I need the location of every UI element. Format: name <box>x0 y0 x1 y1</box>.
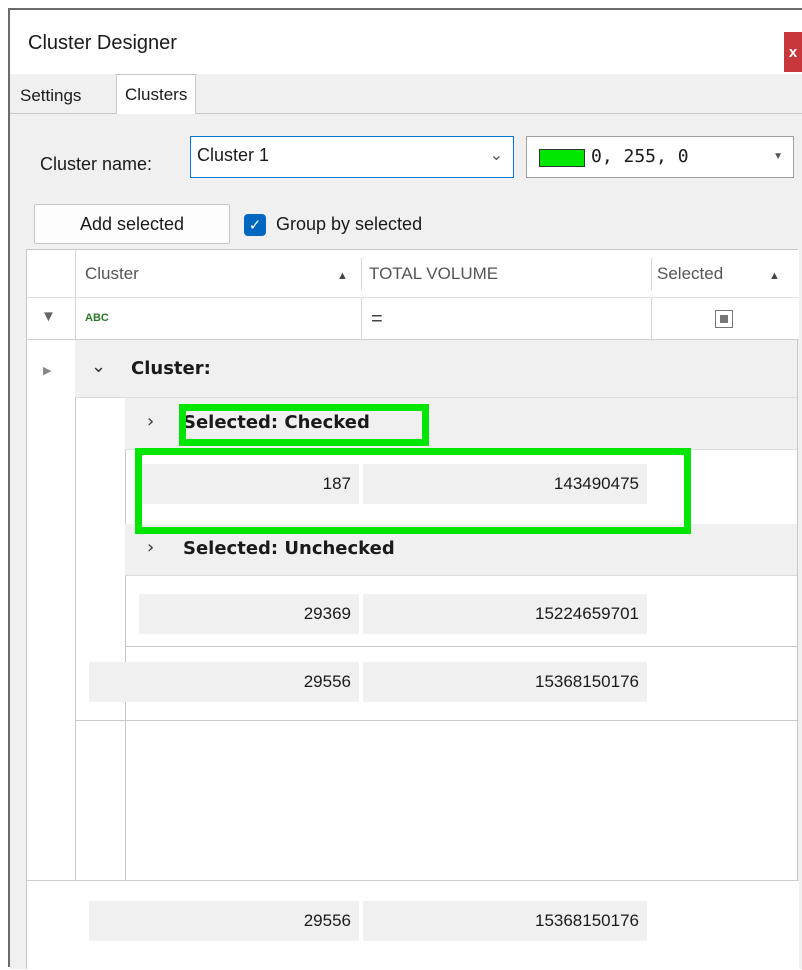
column-divider <box>75 250 76 298</box>
group-label-cluster: Cluster: <box>131 358 211 379</box>
tab-clusters[interactable]: Clusters <box>116 74 197 115</box>
cluster-name-label: Cluster name: <box>40 154 153 174</box>
cell-cluster-volume[interactable]: 15368150176 <box>363 662 647 702</box>
color-value: 0, 255, 0 <box>591 146 689 167</box>
window-title: Cluster Designer <box>28 32 177 54</box>
cluster-name-combo[interactable]: Cluster 1 ⌄ <box>190 136 514 178</box>
tab-strip: Settings Clusters <box>10 74 802 115</box>
grid-header-row: Cluster ▲ TOTAL VOLUME Selected ▲ <box>27 250 799 298</box>
dropdown-arrow-icon[interactable]: ▼ <box>773 151 783 162</box>
text-filter-icon[interactable]: ABC <box>85 312 109 324</box>
column-divider <box>361 298 362 340</box>
sort-ascending-icon[interactable]: ▲ <box>769 270 780 282</box>
grid-footer-row: 29556 15368150176 <box>27 880 799 970</box>
cell-unchecked-count[interactable]: 29369 <box>139 594 359 634</box>
column-divider[interactable] <box>361 258 362 290</box>
group-label-selected-unchecked: Selected: Unchecked <box>183 538 395 559</box>
column-divider <box>651 298 652 340</box>
group-bottom-divider <box>75 720 797 721</box>
color-swatch <box>539 149 585 167</box>
cell-cluster-count[interactable]: 29556 <box>89 662 359 702</box>
chevron-down-icon[interactable]: ⌄ <box>490 145 503 165</box>
column-divider <box>75 298 76 340</box>
row-indicator-column: ▶ <box>27 340 75 880</box>
group-by-selected-checkbox[interactable]: ✓ <box>244 214 266 236</box>
column-header-total-volume[interactable]: TOTAL VOLUME <box>369 264 498 284</box>
indeterminate-square-icon <box>720 315 728 323</box>
add-selected-button[interactable]: Add selected <box>34 204 230 244</box>
close-button[interactable]: x <box>784 32 802 72</box>
column-divider[interactable] <box>651 258 652 290</box>
group-by-selected-label[interactable]: Group by selected <box>276 214 422 235</box>
tab-settings[interactable]: Settings <box>12 78 89 114</box>
title-bar: Cluster Designer x <box>10 10 802 74</box>
highlight-box <box>179 404 429 446</box>
cell-unchecked-volume[interactable]: 15224659701 <box>363 594 647 634</box>
group-row-cluster[interactable]: ⌄ Cluster: <box>75 340 797 398</box>
column-header-selected[interactable]: Selected <box>657 264 723 284</box>
highlight-box <box>135 448 691 534</box>
footer-volume: 15368150176 <box>363 901 647 941</box>
checkmark-icon: ✓ <box>248 217 262 234</box>
color-picker-combo[interactable]: 0, 255, 0 ▼ <box>526 136 794 178</box>
chevron-right-icon[interactable]: › <box>147 537 154 558</box>
group-indent-line <box>75 398 76 880</box>
cluster-name-value: Cluster 1 <box>197 145 270 165</box>
filter-icon[interactable]: ▼ <box>41 308 56 325</box>
grid-filter-row: ▼ ABC = <box>27 298 799 340</box>
chevron-down-icon[interactable]: ⌄ <box>91 356 106 377</box>
sort-ascending-icon[interactable]: ▲ <box>337 270 348 282</box>
footer-count: 29556 <box>89 901 359 941</box>
clusters-panel: Cluster name: Cluster 1 ⌄ 0, 255, 0 ▼ Ad… <box>10 114 802 970</box>
cluster-grid: Cluster ▲ TOTAL VOLUME Selected ▲ ▼ ABC … <box>26 249 799 970</box>
cluster-designer-window: Cluster Designer x Settings Clusters Clu… <box>8 8 802 970</box>
chevron-right-icon[interactable]: › <box>147 411 154 432</box>
column-header-cluster[interactable]: Cluster <box>85 264 139 284</box>
equals-filter-icon[interactable]: = <box>371 308 383 331</box>
checkbox-filter[interactable] <box>715 310 733 328</box>
group-footer-divider <box>125 646 797 647</box>
row-pointer-icon: ▶ <box>43 365 52 377</box>
